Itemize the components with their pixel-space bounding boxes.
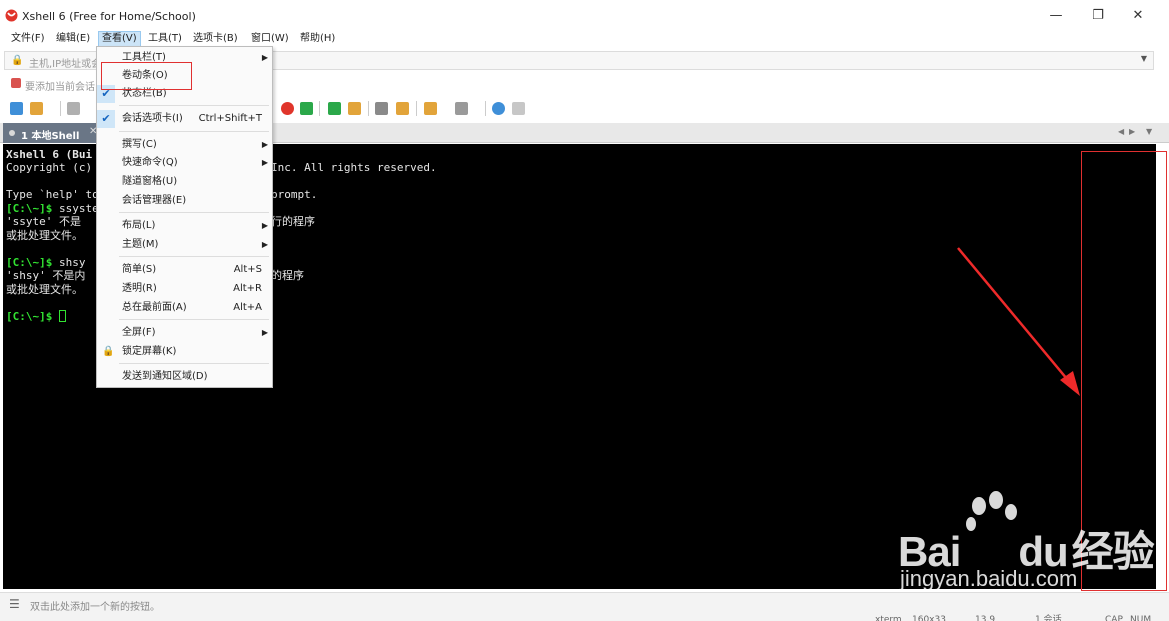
terminal-line: 'ssyte' 不是	[6, 215, 81, 228]
menu-item-send-to-tray[interactable]: 发送到通知区域(D)	[97, 368, 272, 386]
add-folder-icon[interactable]	[424, 102, 437, 115]
annotation-box-scrollbar	[1081, 151, 1167, 591]
terminal-line: 'shsy' 不是内	[6, 269, 86, 282]
toolbar-separator	[416, 101, 417, 116]
menu-file[interactable]: 文件(F)	[8, 31, 48, 47]
chat-icon[interactable]	[512, 102, 525, 115]
menu-window[interactable]: 窗口(W)	[248, 31, 292, 47]
toolbar-separator	[60, 101, 61, 116]
bookmark-icon	[11, 78, 21, 88]
view-menu-dropdown: 工具栏(T) ▶ 卷动条(O) ✔ 状态栏(B) ✔ 会话选项卡(I) Ctrl+…	[96, 46, 273, 388]
menu-view[interactable]: 查看(V)	[98, 31, 141, 47]
restore-button[interactable]: ❐	[1078, 0, 1118, 30]
menu-separator	[119, 212, 269, 213]
quick-command-bar[interactable]: ☰ 双击此处添加一个新的按钮。	[0, 592, 1169, 613]
terminal-line: 或批处理文件。	[6, 283, 83, 296]
menu-lines-icon[interactable]: ☰	[9, 597, 20, 611]
submenu-arrow-icon: ▶	[261, 240, 268, 249]
terminal-line: Type `help' to	[6, 188, 99, 201]
window-title: Xshell 6 (Free for Home/School)	[22, 10, 196, 23]
terminal-line: [C:\~]$ shsy	[6, 256, 86, 269]
menu-item-transparent[interactable]: 透明(R) Alt+R	[97, 280, 272, 298]
menu-help[interactable]: 帮助(H)	[297, 31, 338, 47]
submenu-arrow-icon: ▶	[261, 328, 268, 337]
help-icon[interactable]	[492, 102, 505, 115]
tab-label: 1 本地Shell	[21, 131, 80, 142]
lock-icon: 🔒	[102, 346, 115, 357]
terminal-fragment: 的程序	[271, 269, 304, 282]
quick-command-hint: 双击此处添加一个新的按钮。	[30, 602, 160, 613]
tab-local-shell[interactable]: 1 本地Shell ✕	[3, 123, 101, 143]
menu-edit[interactable]: 编辑(E)	[53, 31, 93, 47]
tab-list-icon[interactable]: ▼	[1146, 127, 1152, 136]
status-sessions: 1 会话	[1035, 615, 1062, 621]
status-bar: xterm 160x33 13,9 1 会话 CAP NUM	[0, 613, 1169, 621]
terminal-fragment: Inc. All rights reserved.	[271, 161, 437, 174]
status-num: NUM	[1130, 615, 1152, 621]
open-folder-icon[interactable]	[30, 102, 43, 115]
status-size: 160x33	[912, 615, 946, 621]
menu-separator	[119, 131, 269, 132]
menu-separator	[119, 105, 269, 106]
close-button[interactable]: ✕	[1118, 0, 1158, 30]
terminal-fragment: prompt.	[271, 188, 318, 201]
keyboard-icon[interactable]	[375, 102, 388, 115]
tab-prev-icon[interactable]: ◀	[1118, 127, 1124, 136]
address-placeholder: 主机,IP地址或会	[29, 59, 102, 70]
menu-item-session-manager[interactable]: 会话管理器(E)	[97, 192, 272, 210]
lock-toolbar-icon[interactable]	[348, 102, 361, 115]
terminal-cursor	[58, 310, 66, 322]
submenu-arrow-icon: ▶	[261, 53, 268, 62]
menu-item-tunnel-pane[interactable]: 隧道窗格(U)	[97, 173, 272, 191]
lock-icon: 🔒	[11, 55, 24, 66]
new-session-icon[interactable]	[10, 102, 23, 115]
submenu-arrow-icon: ▶	[261, 158, 268, 167]
toolbar-separator	[485, 101, 486, 116]
menu-tabs[interactable]: 选项卡(B)	[190, 31, 241, 47]
link-bar-hint: 要添加当前会话	[25, 82, 95, 93]
annotation-box-scrollbar-menu	[101, 62, 192, 90]
terminal-prompt-line: [C:\~]$	[6, 310, 66, 323]
xshell-logo-icon	[5, 9, 18, 22]
menu-item-lock-screen[interactable]: 🔒 锁定屏幕(K)	[97, 343, 272, 361]
menu-item-simple[interactable]: 简单(S) Alt+S	[97, 261, 272, 279]
terminal-line: Copyright (c)	[6, 161, 93, 174]
terminal-line: Xshell 6 (Bui	[6, 148, 93, 161]
status-cursor-pos: 13,9	[975, 615, 996, 621]
terminal-line: 或批处理文件。	[6, 229, 83, 242]
title-bar: Xshell 6 (Free for Home/School) — ❐ ✕	[0, 0, 1169, 30]
menu-item-theme[interactable]: 主题(M) ▶	[97, 236, 272, 254]
toolbar-separator	[368, 101, 369, 116]
menu-item-quick-commands[interactable]: 快速命令(Q) ▶	[97, 154, 272, 172]
menu-item-layout[interactable]: 布局(L) ▶	[97, 217, 272, 235]
menu-tools[interactable]: 工具(T)	[145, 31, 185, 47]
status-terminal-type: xterm	[875, 615, 902, 621]
xftp-icon[interactable]	[300, 102, 313, 115]
menu-item-compose[interactable]: 撰写(C) ▶	[97, 136, 272, 154]
menu-item-session-tabs[interactable]: ✔ 会话选项卡(I) Ctrl+Shift+T	[97, 110, 272, 128]
terminal-line: [C:\~]$ ssyste	[6, 202, 99, 215]
resize-icon[interactable]	[328, 102, 341, 115]
tab-next-icon[interactable]: ▶	[1129, 127, 1135, 136]
check-icon: ✔	[97, 110, 115, 128]
menu-item-fullscreen[interactable]: 全屏(F) ▶	[97, 324, 272, 342]
menu-separator	[119, 319, 269, 320]
tab-status-dot	[9, 130, 15, 136]
xshell-icon[interactable]	[281, 102, 294, 115]
link-icon[interactable]	[67, 102, 80, 115]
status-cap: CAP	[1105, 615, 1123, 621]
submenu-arrow-icon: ▶	[261, 221, 268, 230]
menu-separator	[119, 256, 269, 257]
menu-separator	[119, 363, 269, 364]
compose-icon[interactable]	[396, 102, 409, 115]
layout-icon[interactable]	[455, 102, 468, 115]
terminal-fragment: 行的程序	[271, 215, 315, 228]
address-dropdown-icon[interactable]: ▼	[1141, 54, 1147, 63]
menu-item-always-on-top[interactable]: 总在最前面(A) Alt+A	[97, 299, 272, 317]
submenu-arrow-icon: ▶	[261, 140, 268, 149]
toolbar-separator	[319, 101, 320, 116]
minimize-button[interactable]: —	[1036, 0, 1076, 30]
